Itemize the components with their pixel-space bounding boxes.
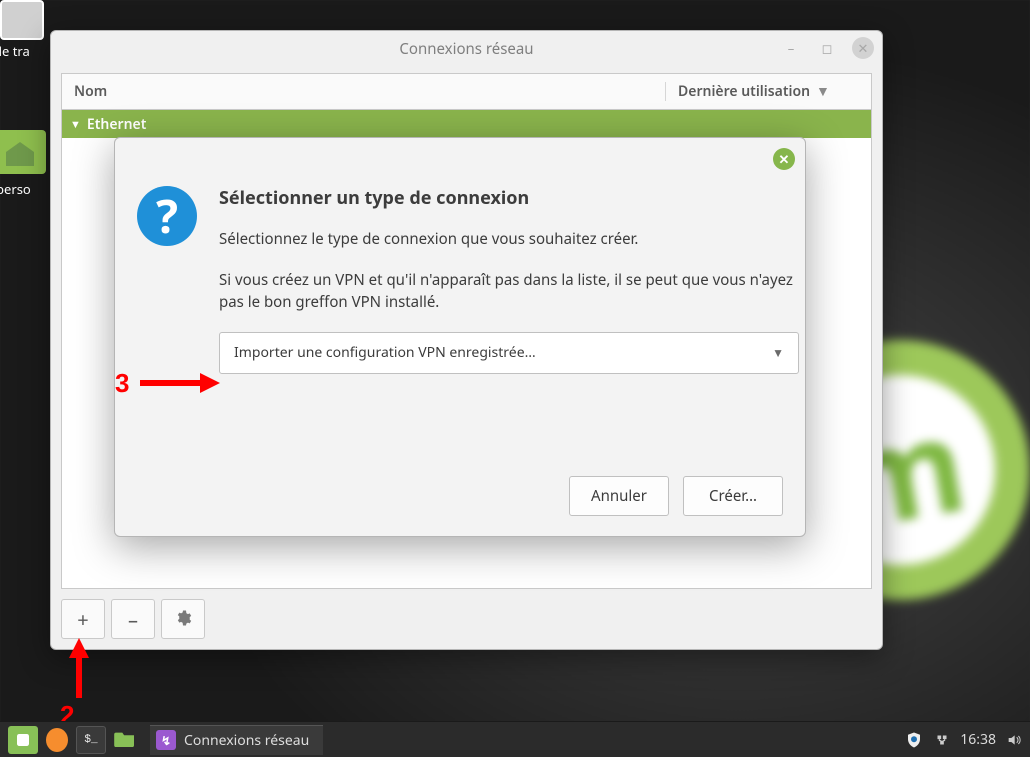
plus-icon: + <box>77 606 88 633</box>
window-close-button[interactable]: ✕ <box>852 37 874 59</box>
column-header-last-used[interactable]: Dernière utilisation ▼ <box>666 82 871 101</box>
desktop-drive-label: de tra <box>0 42 30 60</box>
taskbar-active-task[interactable]: ↯ Connexions réseau <box>150 725 323 755</box>
create-button[interactable]: Créer… <box>683 476 783 516</box>
terminal-icon: $_ <box>84 734 97 746</box>
window-titlebar[interactable]: Connexions réseau – ◻ ✕ <box>51 31 882 67</box>
window-title: Connexions réseau <box>399 39 533 59</box>
firefox-icon <box>46 728 68 752</box>
connection-settings-button[interactable] <box>161 599 205 639</box>
tray-network-icon[interactable] <box>934 732 950 748</box>
group-label: Ethernet <box>87 115 147 134</box>
annotation-arrow-2 <box>64 638 94 703</box>
desktop-drive-icon[interactable] <box>0 0 44 40</box>
terminal-launcher[interactable]: $_ <box>76 726 106 754</box>
network-settings-icon: ↯ <box>156 730 176 750</box>
connection-type-dialog: ✕ ? Sélectionner un type de connexion Sé… <box>114 137 806 537</box>
add-connection-button[interactable]: + <box>61 599 105 639</box>
desktop-home-folder-label: perso <box>0 180 31 198</box>
annotation-number-3: 3 <box>115 368 129 399</box>
window-minimize-button[interactable]: – <box>780 37 802 59</box>
firefox-launcher[interactable] <box>42 726 72 754</box>
dialog-text-line2: Si vous créez un VPN et qu'il n'apparaît… <box>219 269 799 314</box>
connection-type-combobox-value: Importer une configuration VPN enregistr… <box>234 343 536 362</box>
annotation-arrow-3 <box>140 368 220 403</box>
sort-caret-icon: ▼ <box>816 82 830 101</box>
tray-volume-icon[interactable] <box>1006 732 1022 748</box>
connection-type-combobox[interactable]: Importer une configuration VPN enregistr… <box>219 332 799 374</box>
gear-icon <box>174 606 192 633</box>
remove-connection-button[interactable]: – <box>111 599 155 639</box>
dialog-text-line1: Sélectionnez le type de connexion que vo… <box>219 228 799 251</box>
dialog-title: Sélectionner un type de connexion <box>219 186 799 210</box>
window-footer-toolbar: + – <box>51 589 882 649</box>
desktop-home-folder-icon[interactable] <box>0 130 46 174</box>
window-maximize-button[interactable]: ◻ <box>816 37 838 59</box>
tray-update-shield-icon[interactable] <box>904 730 924 750</box>
tray-clock[interactable]: 16:38 <box>960 730 996 749</box>
start-menu-button[interactable] <box>8 726 38 754</box>
folder-icon <box>114 726 136 753</box>
group-expand-caret-icon: ▼ <box>70 117 81 132</box>
question-icon: ? <box>137 186 197 246</box>
minus-icon: – <box>128 606 138 633</box>
connections-list-header: Nom Dernière utilisation ▼ <box>62 74 871 110</box>
dialog-close-button[interactable]: ✕ <box>773 148 795 170</box>
files-launcher[interactable] <box>110 726 140 754</box>
taskbar: $_ ↯ Connexions réseau 16:38 <box>0 721 1030 757</box>
cancel-button[interactable]: Annuler <box>569 476 669 516</box>
taskbar-active-task-label: Connexions réseau <box>184 731 309 750</box>
column-header-name[interactable]: Nom <box>62 82 666 101</box>
chevron-down-icon: ▼ <box>772 344 784 361</box>
group-row-ethernet[interactable]: ▼ Ethernet <box>62 110 871 138</box>
close-icon: ✕ <box>779 150 790 168</box>
